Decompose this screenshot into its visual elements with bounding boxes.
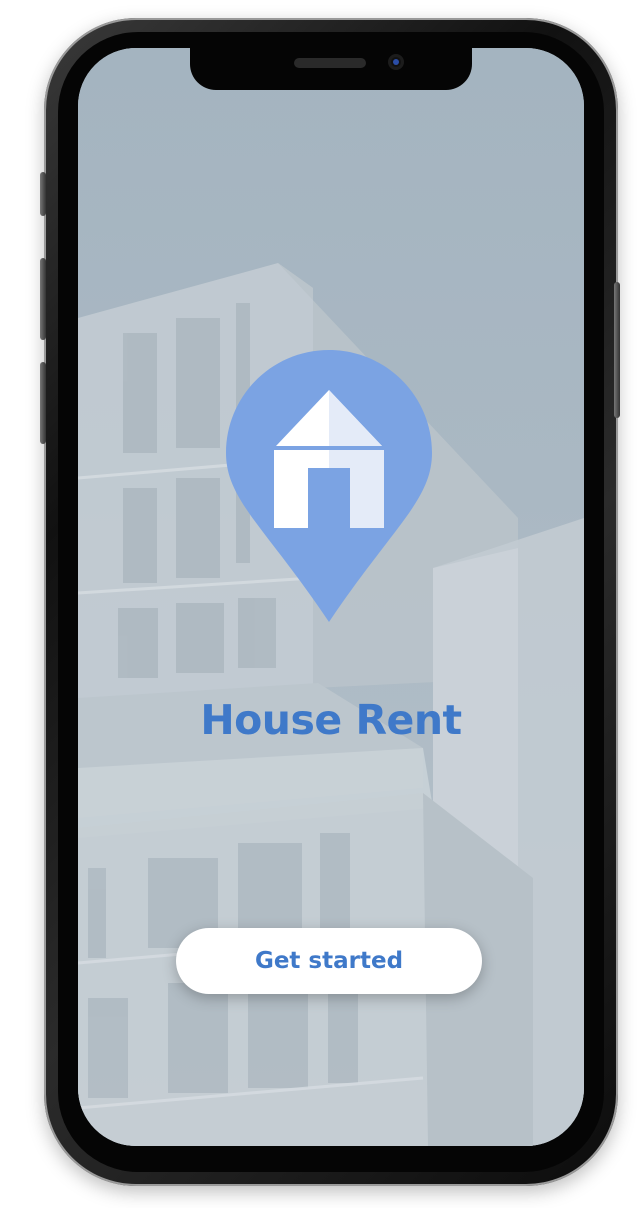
- power-button: [614, 282, 620, 418]
- earpiece-speaker: [294, 58, 366, 68]
- get-started-button[interactable]: Get started: [176, 928, 482, 994]
- map-pin-house-icon: [226, 350, 432, 622]
- volume-down-button: [40, 362, 46, 444]
- silent-switch: [40, 172, 46, 216]
- app-title: House Rent: [200, 696, 462, 744]
- notch: [190, 48, 472, 90]
- volume-up-button: [40, 258, 46, 340]
- front-camera: [388, 54, 404, 70]
- app-screen: House Rent Get started: [78, 48, 584, 1146]
